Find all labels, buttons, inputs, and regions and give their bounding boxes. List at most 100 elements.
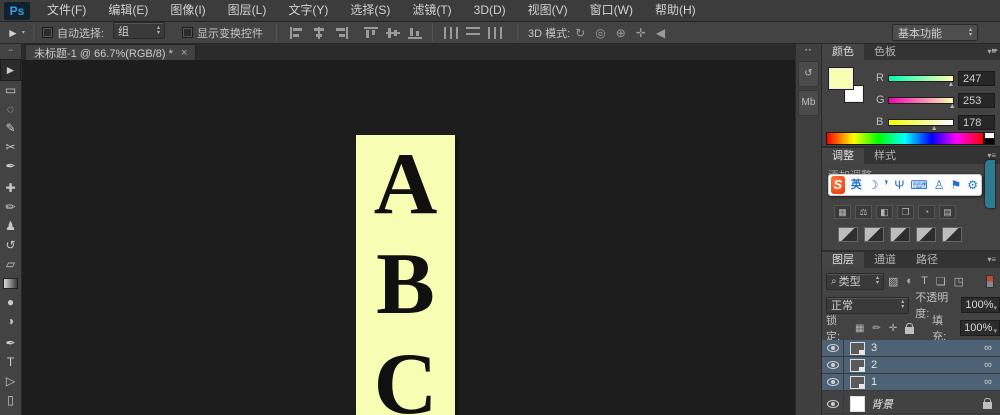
tab-swatches[interactable]: 色板 [864,44,906,60]
menu-layer[interactable]: 图层(L) [217,0,278,21]
eye-icon[interactable] [826,378,839,386]
menu-file[interactable]: 文件(F) [36,0,97,21]
align-vertical-centers-icon[interactable] [386,26,400,39]
tab-paths[interactable]: 路径 [906,252,948,268]
menu-filter[interactable]: 滤镜(T) [401,0,462,21]
ime-skin-icon[interactable]: ⚑ [950,175,961,195]
selective-color-adjustment-icon[interactable] [942,227,962,242]
align-horizontal-centers-icon[interactable] [312,26,326,39]
close-tab-icon[interactable]: × [181,47,187,59]
layer-row-1[interactable]: 1 ∞ [822,373,1000,391]
tool-preset-caret-icon[interactable]: ▾ [22,29,25,36]
black-swatch[interactable] [984,138,995,145]
lasso-tool[interactable]: ◌ [0,100,21,119]
show-transform-checkbox[interactable] [182,27,193,38]
filter-shape-layers-icon[interactable]: ❏ [936,275,946,288]
menu-window[interactable]: 窗口(W) [579,0,644,21]
lock-paint-icon[interactable]: ✏ [872,323,880,334]
menu-type[interactable]: 文字(Y) [277,0,339,21]
visibility-cell[interactable] [822,339,844,357]
channel-mixer-adjustment-icon[interactable]: ▤ [939,205,956,219]
red-value-field[interactable]: 247 [958,70,995,86]
ime-keyboard-icon[interactable]: ⌨ [910,175,927,195]
foreground-color-swatch[interactable] [829,68,853,89]
blend-mode-dropdown[interactable]: 正常 ▴ ▾ [826,296,910,314]
3d-slide-icon[interactable]: ✛ [636,26,646,40]
crop-tool[interactable]: ✂ [0,138,21,157]
lock-transparency-icon[interactable]: ▦ [855,323,864,334]
dodge-tool[interactable]: ◑ [0,312,21,331]
black-white-adjustment-icon[interactable]: ❐ [897,205,914,219]
menu-image[interactable]: 图像(I) [159,0,216,21]
workspace-switcher[interactable]: 基本功能 ▴ ▾ [892,24,978,41]
gradient-tool[interactable] [0,274,21,293]
blue-value-field[interactable]: 178 [958,114,995,130]
threshold-adjustment-icon[interactable] [890,227,910,242]
3d-roll-icon[interactable]: ◎ [595,26,605,40]
layer-thumbnail[interactable] [850,341,865,355]
distribute-vertical-icon[interactable] [466,26,480,39]
green-slider[interactable]: ▲ [888,96,956,110]
3d-scale-icon[interactable]: ◀ [656,26,665,40]
eraser-tool[interactable]: ▱ [0,255,21,274]
history-brush-tool[interactable]: ↺ [0,236,21,255]
opacity-field[interactable]: 100% ▾ [961,297,1000,313]
brush-tool[interactable]: ✏ [0,198,21,217]
ime-microphone-icon[interactable]: Ψ [894,175,904,195]
move-tool[interactable]: ► [0,59,21,81]
history-panel-icon[interactable]: ↺ [798,61,819,87]
sogou-ime-toolbar[interactable]: S 英 ☽ ❜ Ψ ⌨ ♙ ⚑ ⚙ [828,174,982,196]
marquee-tool[interactable]: ▭ [0,81,21,100]
photo-filter-adjustment-icon[interactable]: ◔ [918,205,935,219]
layer-thumbnail[interactable] [850,395,865,412]
layer-name[interactable]: 1 [871,376,877,388]
tab-styles[interactable]: 样式 [864,148,906,164]
layer-thumbnail[interactable] [850,375,865,389]
document-tab[interactable]: 未标题-1 @ 66.7%(RGB/8) * × [25,44,197,60]
tab-color[interactable]: 颜色 [822,44,864,60]
filter-type-layers-icon[interactable]: T [921,275,928,287]
collapse-panels-icon[interactable]: ▸▸ [992,46,998,54]
distribute-horizontal-icon[interactable] [444,26,458,39]
vibrance-adjustment-icon[interactable]: ▦ [834,205,851,219]
type-tool[interactable]: T [0,353,21,372]
red-slider[interactable]: ▲ [888,74,954,88]
visibility-cell[interactable] [822,393,844,414]
path-selection-tool[interactable]: ▷ [0,372,21,391]
visibility-cell[interactable] [822,373,844,391]
eye-icon[interactable] [826,399,839,408]
filter-smart-objects-icon[interactable]: ◳ [954,275,964,288]
menu-view[interactable]: 视图(V) [517,0,579,21]
rectangle-tool[interactable]: ▯ [0,391,21,410]
distribute-widths-icon[interactable] [488,26,502,39]
layer-thumbnail[interactable] [850,358,865,372]
eye-icon[interactable] [826,344,839,352]
canvas-area[interactable]: A B C [22,60,795,415]
blue-slider[interactable]: ▲ [888,118,954,132]
menu-help[interactable]: 帮助(H) [644,0,707,21]
ime-settings-icon[interactable]: ⚙ [967,175,978,195]
filter-pixel-layers-icon[interactable]: ▨ [888,275,898,288]
blur-tool[interactable]: ● [0,293,21,312]
menu-select[interactable]: 选择(S) [339,0,401,21]
ime-fullwidth-icon[interactable]: ☽ [868,175,879,195]
filter-toggle-icon[interactable] [986,274,994,288]
3d-rotate-icon[interactable]: ↻ [575,26,585,40]
menu-3d[interactable]: 3D(D) [463,0,517,21]
menu-edit[interactable]: 编辑(E) [97,0,159,21]
lock-position-icon[interactable]: ✛ [889,323,897,334]
posterize-adjustment-icon[interactable] [864,227,884,242]
clone-stamp-tool[interactable]: ♟ [0,217,21,236]
align-left-edges-icon[interactable] [290,26,304,39]
invert-adjustment-icon[interactable] [838,227,858,242]
background-layer-row[interactable]: 背景 [822,393,1000,414]
tab-layers[interactable]: 图层 [822,252,864,268]
ime-punctuation-icon[interactable]: ❜ [884,175,888,195]
filter-adjustment-layers-icon[interactable]: ◐ [906,275,913,287]
align-top-edges-icon[interactable] [364,26,378,39]
color-spectrum-ramp[interactable] [826,132,984,145]
ime-language-toggle[interactable]: 英 [851,175,862,195]
pen-tool[interactable]: ✒ [0,334,21,353]
quick-selection-tool[interactable]: ✎ [0,119,21,138]
green-value-field[interactable]: 253 [958,92,995,108]
